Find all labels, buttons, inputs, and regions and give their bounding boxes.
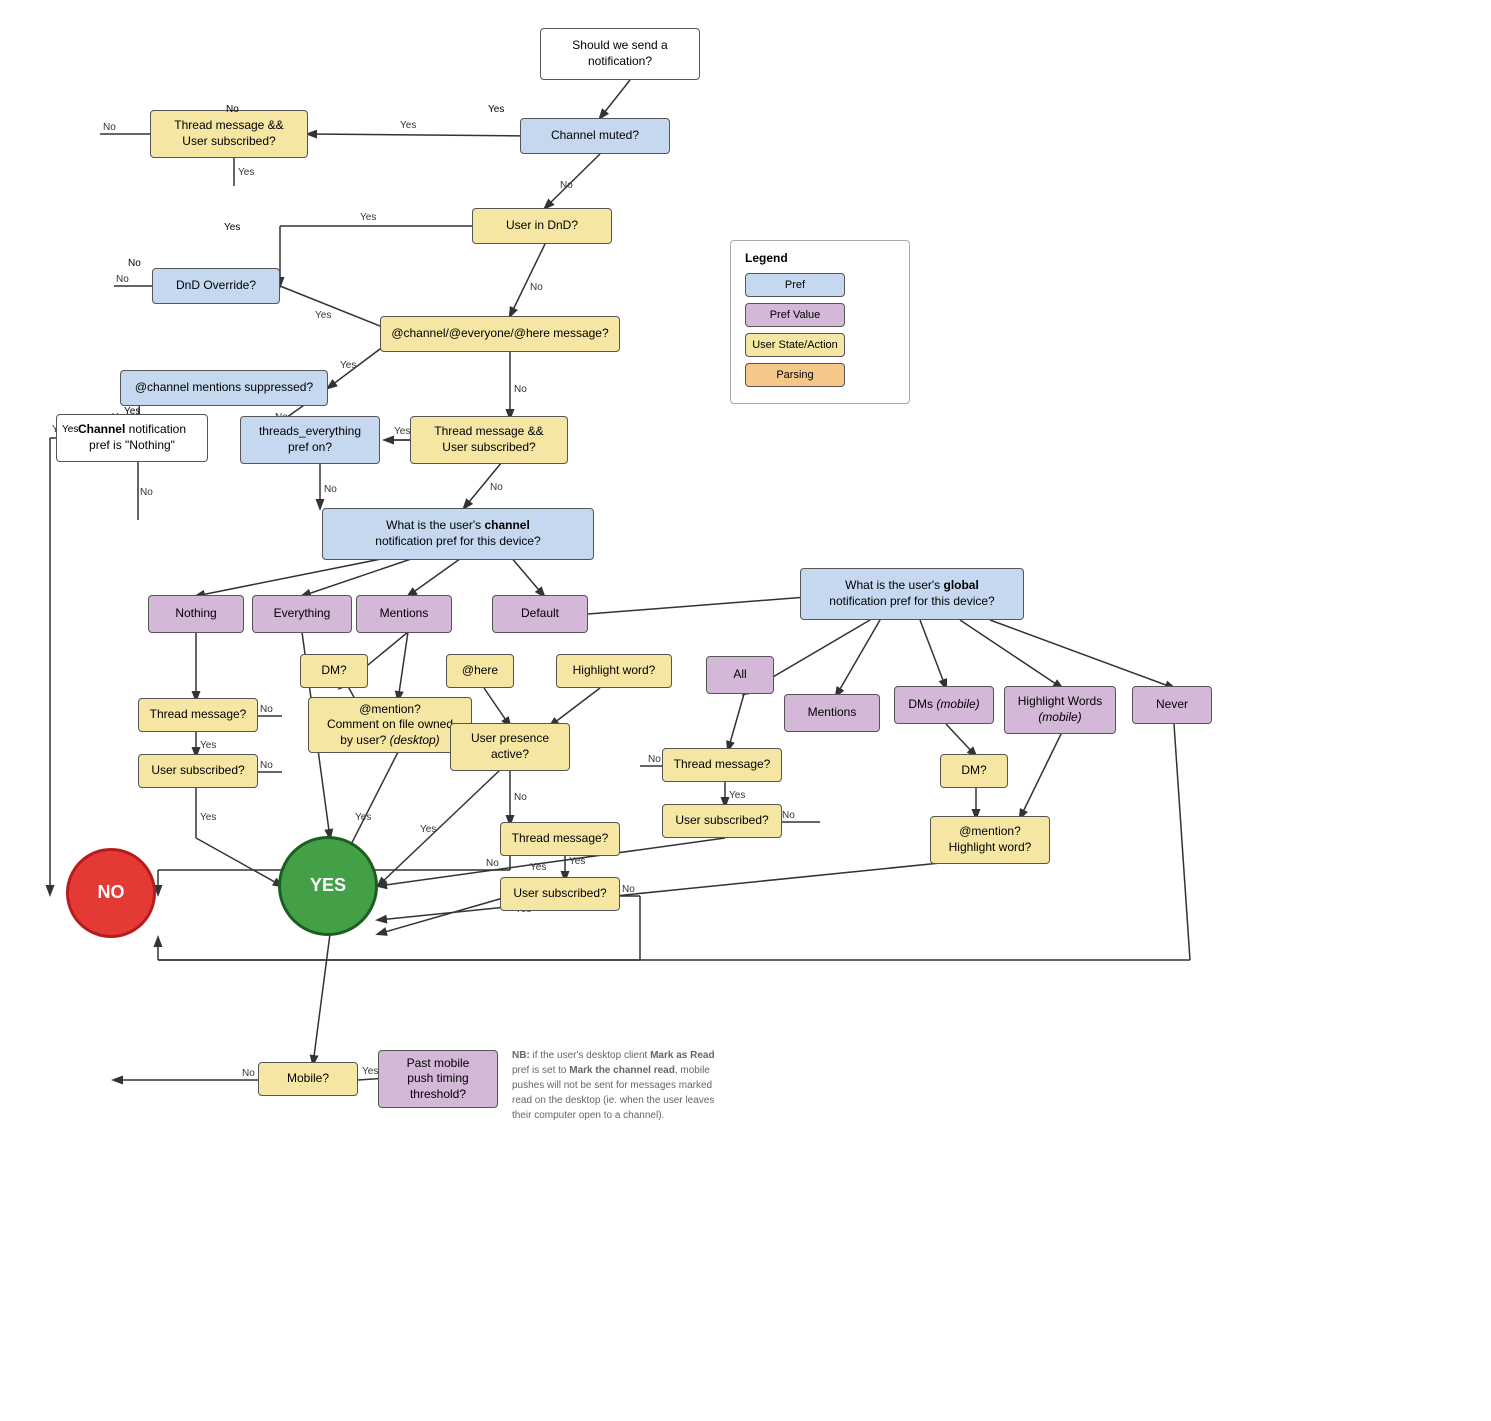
svg-text:Yes: Yes xyxy=(400,120,416,131)
mentions-node: Mentions xyxy=(356,595,452,633)
dnd-override-node: DnD Override? xyxy=(152,268,280,304)
svg-text:Yes: Yes xyxy=(394,426,410,437)
thread-user-subscribed-1-node: Thread message &&User subscribed? xyxy=(150,110,308,158)
yes-circle: YES xyxy=(278,836,378,936)
svg-text:Yes: Yes xyxy=(360,212,376,223)
dm-q-node: DM? xyxy=(300,654,368,688)
thread-message-q1-node: Thread message? xyxy=(138,698,258,732)
past-mobile-push-node: Past mobilepush timingthreshold? xyxy=(378,1050,498,1108)
legend-item-parsing: Parsing xyxy=(745,363,895,387)
channel-mentions-suppressed-node: @channel mentions suppressed? xyxy=(120,370,328,406)
user-dnd-node: User in DnD? xyxy=(472,208,612,244)
nb-text: NB: if the user's desktop client Mark as… xyxy=(512,1048,722,1123)
legend-box: Legend Pref Pref Value User State/Action… xyxy=(730,240,910,404)
edge-label-yes-channel-suppressed: Yes xyxy=(124,406,140,417)
svg-text:No: No xyxy=(514,384,527,395)
dm-q2-node: DM? xyxy=(940,754,1008,788)
highlight-word-node: Highlight word? xyxy=(556,654,672,688)
svg-text:No: No xyxy=(782,810,795,821)
svg-text:Yes: Yes xyxy=(420,824,436,835)
svg-text:No: No xyxy=(490,482,503,493)
svg-text:Yes: Yes xyxy=(340,360,356,371)
svg-text:No: No xyxy=(530,282,543,293)
mentions-global-node: Mentions xyxy=(784,694,880,732)
highlight-words-mobile-node: Highlight Words(mobile) xyxy=(1004,686,1116,734)
svg-text:Yes: Yes xyxy=(315,310,331,321)
edge-label-yes-notif-nothing: Yes xyxy=(62,424,78,435)
svg-text:Yes: Yes xyxy=(238,167,254,178)
svg-text:No: No xyxy=(260,704,273,715)
svg-text:No: No xyxy=(324,484,337,495)
svg-text:No: No xyxy=(242,1068,255,1079)
legend-item-user-state: User State/Action xyxy=(745,333,895,357)
user-subscribed-q1-node: User subscribed? xyxy=(138,754,258,788)
start-node: Should we send a notification? xyxy=(540,28,700,80)
everything-node: Everything xyxy=(252,595,352,633)
at-here-node: @here xyxy=(446,654,514,688)
all-node: All xyxy=(706,656,774,694)
svg-text:Yes: Yes xyxy=(729,790,745,801)
channel-everyone-node: @channel/@everyone/@here message? xyxy=(380,316,620,352)
legend-item-pref: Pref xyxy=(745,273,895,297)
svg-text:Yes: Yes xyxy=(355,812,371,823)
svg-text:No: No xyxy=(560,180,573,191)
svg-text:Yes: Yes xyxy=(200,740,216,751)
svg-text:Yes: Yes xyxy=(530,862,546,873)
legend-title: Legend xyxy=(745,251,895,265)
user-subscribed-q3-node: User subscribed? xyxy=(500,877,620,911)
default-node: Default xyxy=(492,595,588,633)
edge-label-yes-channel-muted: Yes xyxy=(488,104,504,115)
user-subscribed-q2-node: User subscribed? xyxy=(662,804,782,838)
thread-message-q2-node: Thread message? xyxy=(662,748,782,782)
svg-text:Yes: Yes xyxy=(200,812,216,823)
no-circle: NO xyxy=(66,848,156,938)
global-notif-pref-node: What is the user's globalnotification pr… xyxy=(800,568,1024,620)
svg-text:No: No xyxy=(648,754,661,765)
edge-label-no-dnd-override: No xyxy=(128,258,141,269)
legend-item-pref-value: Pref Value xyxy=(745,303,895,327)
nothing-node: Nothing xyxy=(148,595,244,633)
svg-text:No: No xyxy=(103,122,116,133)
thread-user-subscribed-2-node: Thread message &&User subscribed? xyxy=(410,416,568,464)
svg-text:No: No xyxy=(260,760,273,771)
svg-text:Yes: Yes xyxy=(362,1066,378,1077)
svg-text:No: No xyxy=(116,274,129,285)
at-mention-highlight-node: @mention?Highlight word? xyxy=(930,816,1050,864)
mobile-q-node: Mobile? xyxy=(258,1062,358,1096)
svg-text:No: No xyxy=(622,884,635,895)
thread-message-q3-node: Thread message? xyxy=(500,822,620,856)
at-mention-desktop-node: @mention?Comment on file ownedby user? (… xyxy=(308,697,472,753)
user-presence-node: User presenceactive? xyxy=(450,723,570,771)
channel-muted-node: Channel muted? xyxy=(520,118,670,154)
edge-label-yes-userdnd: Yes xyxy=(224,222,240,233)
never-node: Never xyxy=(1132,686,1212,724)
svg-text:No: No xyxy=(514,792,527,803)
svg-text:No: No xyxy=(140,487,153,498)
threads-everything-node: threads_everythingpref on? xyxy=(240,416,380,464)
svg-text:Yes: Yes xyxy=(569,856,585,867)
dms-mobile-node: DMs (mobile) xyxy=(894,686,994,724)
channel-notif-nothing-node: Channel notificationpref is "Nothing" xyxy=(56,414,208,462)
svg-text:No: No xyxy=(486,858,499,869)
edge-label-no-thread: No xyxy=(226,104,239,115)
diagram-container: No Yes No Yes Yes No No Yes Yes No No xyxy=(0,0,1491,1421)
channel-notif-pref-node: What is the user's channelnotification p… xyxy=(322,508,594,560)
